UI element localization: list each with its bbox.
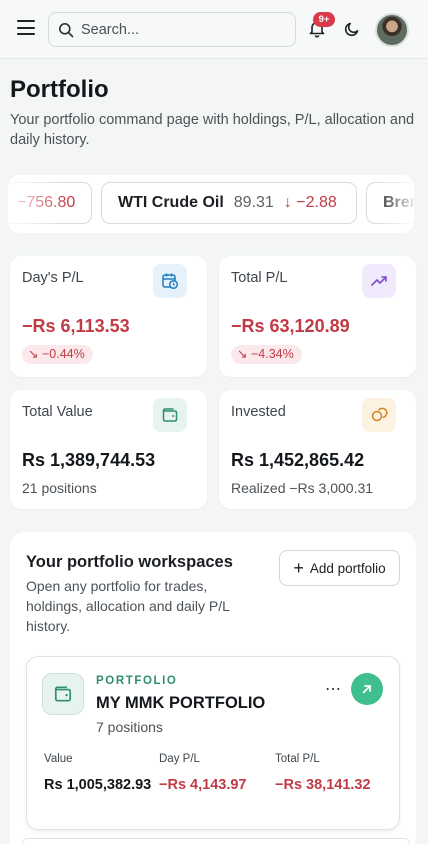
- plus-icon: +: [293, 558, 304, 578]
- total-value-icon-box: [153, 398, 187, 432]
- total-value-positions: 21 positions: [22, 480, 97, 496]
- portfolio-name: MY MMK PORTFOLIO: [96, 694, 266, 712]
- total-pl-value: −Rs 63,120.89: [231, 316, 350, 336]
- portfolio-icon-box: [42, 673, 84, 715]
- invested-icon-box: [362, 398, 396, 432]
- workspaces-title: Your portfolio workspaces: [26, 553, 233, 571]
- value-label: Value: [44, 753, 73, 765]
- day-pl-card: Day's P/L −Rs 6,113.53 ↘ −0.44%: [10, 256, 207, 377]
- ticker-name: Bren: [383, 194, 414, 211]
- page-subtitle: Your portfolio command page with holding…: [10, 112, 415, 148]
- search-box[interactable]: [48, 12, 296, 47]
- day-pl-label: Day P/L: [159, 753, 200, 765]
- moon-icon[interactable]: [344, 21, 360, 37]
- search-input[interactable]: [81, 20, 281, 40]
- add-portfolio-label: Add portfolio: [309, 560, 386, 576]
- day-pl-value: −Rs 6,113.53: [22, 316, 130, 336]
- menu-icon[interactable]: [17, 20, 35, 36]
- workspaces-subtitle: Open any portfolio for trades, holdings,…: [26, 578, 230, 634]
- wallet-icon: [162, 408, 178, 422]
- realized-pl: Realized −Rs 3,000.31: [231, 480, 374, 496]
- ticker-name: WTI Crude Oil: [118, 194, 224, 211]
- open-portfolio-button[interactable]: [351, 673, 383, 705]
- total-value-label: Total Value: [22, 404, 93, 420]
- more-options-icon[interactable]: ⋯: [325, 679, 342, 699]
- portfolio-card[interactable]: PORTFOLIO MY MMK PORTFOLIO 7 positions ⋯…: [26, 656, 400, 830]
- invested-card: Invested Rs 1,452,865.42 Realized −Rs 3,…: [219, 390, 416, 509]
- market-ticker: −756.80 WTI Crude Oil 89.31 ↓ −2.88 Bren: [8, 175, 414, 233]
- day-pl-icon-box: [153, 264, 187, 298]
- ticker-change: ↓ −2.88: [284, 194, 337, 211]
- portfolio-total-pl: −Rs 38,141.32: [275, 777, 371, 793]
- total-pl-change: −4.34%: [250, 347, 294, 361]
- search-icon: [59, 23, 74, 38]
- total-pl-label: Total P/L: [275, 753, 320, 765]
- portfolio-kicker: PORTFOLIO: [96, 675, 178, 687]
- day-pl-label: Day's P/L: [22, 270, 84, 286]
- notification-badge: 9+: [313, 12, 335, 27]
- arrow-up-right-icon: [362, 685, 371, 694]
- portfolio-value: Rs 1,005,382.93: [44, 777, 152, 793]
- ticker-item[interactable]: Bren: [366, 182, 414, 224]
- wallet-icon: [54, 686, 72, 702]
- ticker-change: −756.80: [17, 194, 76, 211]
- coins-icon: [371, 407, 388, 422]
- invested-amount: Rs 1,452,865.42: [231, 450, 365, 470]
- total-pl-change-badge: ↘ −4.34%: [231, 345, 302, 364]
- total-pl-icon-box: [362, 264, 396, 298]
- arrow-down-right-icon: ↘: [28, 347, 39, 361]
- ticker-item[interactable]: WTI Crude Oil 89.31 ↓ −2.88: [101, 182, 357, 224]
- ticker-item[interactable]: −756.80: [8, 182, 92, 224]
- arrow-down-icon: ↓: [283, 194, 292, 211]
- page-title: Portfolio: [10, 76, 109, 103]
- ticker-price: 89.31: [233, 194, 274, 211]
- arrow-down-right-icon: ↘: [237, 347, 248, 361]
- trending-up-icon: [371, 276, 387, 286]
- total-value-amount: Rs 1,389,744.53: [22, 450, 156, 470]
- day-pl-change: −0.44%: [41, 347, 85, 361]
- invested-label: Invested: [231, 404, 286, 420]
- ticker-change-value: −2.88: [296, 194, 337, 211]
- calendar-clock-icon: [162, 273, 179, 290]
- portfolio-positions: 7 positions: [96, 719, 163, 735]
- top-bar: 9+: [0, 0, 428, 59]
- total-pl-card: Total P/L −Rs 63,120.89 ↘ −4.34%: [219, 256, 416, 377]
- total-value-card: Total Value Rs 1,389,744.53 21 positions: [10, 390, 207, 509]
- avatar[interactable]: [375, 13, 409, 47]
- portfolio-day-pl: −Rs 4,143.97: [159, 777, 247, 793]
- add-portfolio-button[interactable]: + Add portfolio: [279, 550, 400, 586]
- portfolio-workspaces-panel: Your portfolio workspaces Open any portf…: [10, 532, 416, 844]
- day-pl-change-badge: ↘ −0.44%: [22, 345, 93, 364]
- total-pl-label: Total P/L: [231, 270, 288, 286]
- portfolio-card-next[interactable]: [22, 838, 410, 844]
